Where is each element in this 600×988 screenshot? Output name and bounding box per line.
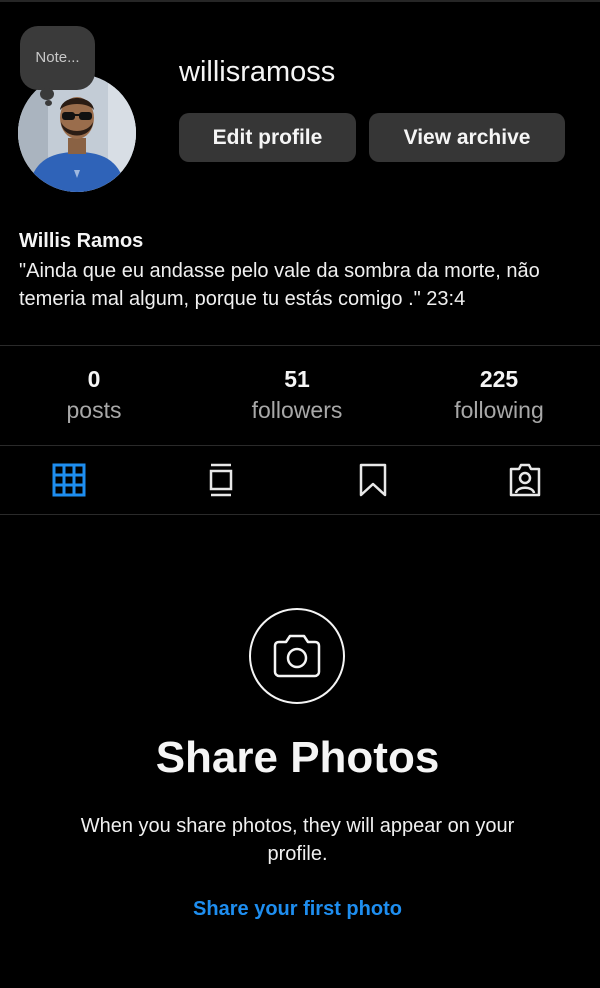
- profile-username: willisramoss: [179, 56, 336, 88]
- note-text: Note...: [35, 49, 80, 66]
- profile-full-name: Willis Ramos: [19, 230, 144, 252]
- bookmark-icon: [359, 463, 387, 497]
- profile-bio: "Ainda que eu andasse pelo vale da sombr…: [19, 260, 540, 310]
- posts-label: posts: [66, 397, 122, 423]
- profile-avatar[interactable]: [18, 74, 136, 192]
- stat-following[interactable]: 225 following: [399, 364, 599, 426]
- tabs-bottom-divider: [0, 514, 600, 515]
- reels-feed-icon: [209, 463, 233, 497]
- following-label: following: [454, 397, 544, 423]
- stat-posts[interactable]: 0 posts: [0, 364, 194, 426]
- avatar-photo: [18, 74, 136, 192]
- tab-grid[interactable]: [0, 446, 144, 514]
- camera-icon: [273, 634, 321, 678]
- note-bubble-tail: [40, 88, 54, 100]
- tagged-person-icon: [509, 463, 541, 497]
- followers-count: 51: [284, 366, 310, 392]
- stat-followers[interactable]: 51 followers: [197, 364, 397, 426]
- following-count: 225: [479, 366, 519, 392]
- posts-count: 0: [87, 366, 101, 392]
- grid-icon: [52, 463, 86, 497]
- stats-top-divider: [0, 345, 600, 346]
- empty-state-description: When you share photos, they will appear …: [80, 815, 515, 865]
- camera-circle: [249, 608, 345, 704]
- tab-feed[interactable]: [146, 446, 296, 514]
- edit-profile-button[interactable]: Edit profile: [179, 113, 356, 162]
- note-bubble-tail-small: [45, 100, 52, 106]
- tab-tagged[interactable]: [450, 446, 600, 514]
- share-first-photo-link[interactable]: Share your first photo: [0, 898, 595, 921]
- followers-label: followers: [251, 397, 343, 423]
- view-archive-button[interactable]: View archive: [369, 113, 565, 162]
- top-divider: [0, 0, 600, 2]
- note-bubble[interactable]: Note...: [20, 26, 95, 90]
- tab-saved[interactable]: [298, 446, 448, 514]
- empty-state-title: Share Photos: [155, 733, 440, 782]
